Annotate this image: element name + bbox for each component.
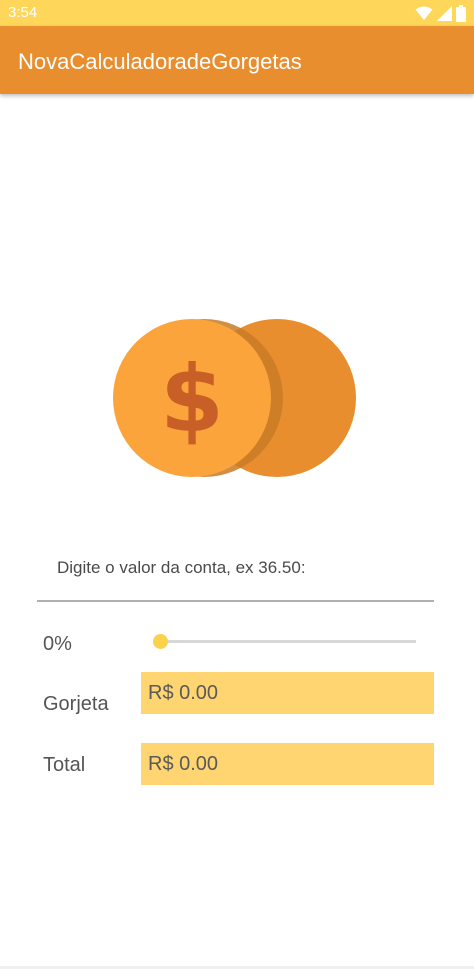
gorjeta-value-box: R$ 0.00 (141, 672, 434, 714)
bill-amount-input[interactable] (37, 578, 434, 602)
slider-thumb[interactable] (153, 634, 168, 649)
total-value-box: R$ 0.00 (141, 743, 434, 785)
status-bar: 3:54 (0, 0, 474, 26)
app-bar: NovaCalculadoradeGorgetas (0, 26, 474, 94)
bill-prompt-label: Digite o valor da conta, ex 36.50: (57, 558, 306, 577)
gorjeta-label: Gorjeta (43, 693, 109, 715)
status-icons (415, 4, 466, 22)
tip-percent-slider[interactable] (153, 631, 416, 651)
wifi-icon (415, 6, 433, 20)
tip-percent-label: 0% (43, 633, 72, 655)
coins-dollar-icon: $ (113, 319, 356, 477)
svg-text:$: $ (160, 346, 224, 453)
signal-icon (437, 5, 452, 21)
total-label: Total (43, 754, 86, 776)
coins-illustration: $ (113, 318, 359, 478)
total-value: R$ 0.00 (148, 753, 219, 775)
slider-track (160, 640, 416, 643)
gorjeta-value: R$ 0.00 (148, 682, 219, 704)
battery-icon (456, 4, 466, 22)
status-time: 3:54 (8, 4, 38, 21)
app-title: NovaCalculadoradeGorgetas (18, 49, 302, 74)
